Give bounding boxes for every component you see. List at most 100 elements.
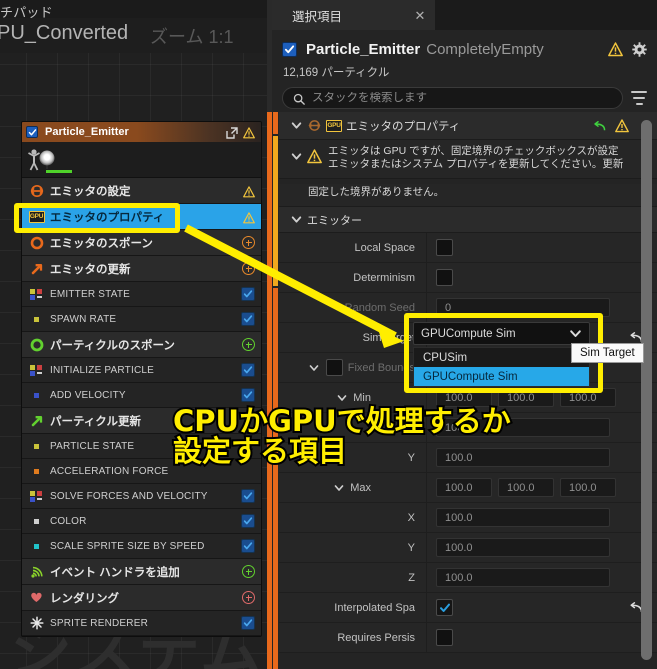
fixed-bounds-checkbox[interactable] xyxy=(325,359,343,377)
warning-block[interactable]: エミッタは GPU ですが、固定境界のチェックボックスが設定 エミッタまたはシス… xyxy=(279,140,657,180)
property-checkbox[interactable] xyxy=(436,599,453,617)
section-emitter-properties[interactable]: GPU エミッタのプロパティ xyxy=(279,112,657,140)
emitter-update-icon xyxy=(28,262,45,276)
warning-icon[interactable] xyxy=(243,211,255,223)
stack-row-12[interactable]: SOLVE FORCES AND VELOCITY xyxy=(22,484,261,509)
property-control xyxy=(427,233,657,263)
module-dot-icon xyxy=(28,518,45,524)
property-number-input[interactable]: 100.0 xyxy=(560,388,616,408)
property-number-input[interactable]: 100.0 xyxy=(436,568,610,588)
graph-title: PU_Converted xyxy=(0,22,129,44)
chevron-down-icon[interactable] xyxy=(569,327,582,340)
stack-row-6[interactable]: パーティクルのスポーン xyxy=(22,332,261,358)
emitter-node-titlebar[interactable]: Particle_Emitter xyxy=(22,122,261,142)
popout-icon[interactable] xyxy=(226,126,238,139)
stack-row-4[interactable]: EMITTER STATE xyxy=(22,282,261,307)
module-enabled-checkbox[interactable] xyxy=(241,514,255,528)
property-number-input[interactable]: 0 xyxy=(436,298,610,318)
module-enabled-checkbox[interactable] xyxy=(241,539,255,553)
sprite-renderer-icon xyxy=(28,616,45,630)
property-checkbox[interactable] xyxy=(436,629,453,647)
stack-row-7[interactable]: INITIALIZE PARTICLE xyxy=(22,358,261,383)
stack-row-17[interactable]: SPRITE RENDERER xyxy=(22,611,261,636)
property-number-input[interactable]: 100.0 xyxy=(560,478,616,498)
stack-row-5[interactable]: SPAWN RATE xyxy=(22,307,261,332)
gear-icon[interactable] xyxy=(632,41,647,57)
property-number-input[interactable]: 100.0 xyxy=(436,538,610,558)
add-button[interactable] xyxy=(242,262,255,275)
property-label: X xyxy=(279,502,427,533)
stack-row-label: パーティクルのスポーン xyxy=(50,339,175,352)
property-checkbox[interactable] xyxy=(436,239,453,257)
property-control: 100.0 100.0 100.0 xyxy=(427,473,657,503)
group-emitter[interactable]: エミッター xyxy=(279,207,657,234)
emitter-thumbnail-underline xyxy=(46,169,72,173)
emitter-thumbnail-row[interactable] xyxy=(22,142,261,178)
emitter-enabled-checkbox[interactable] xyxy=(26,126,38,138)
stack-row-1[interactable]: GPU エミッタのプロパティ xyxy=(22,204,261,230)
add-button[interactable] xyxy=(242,236,255,249)
warning-icon[interactable] xyxy=(608,41,623,57)
graph-tab-label[interactable]: チパッド xyxy=(0,2,53,21)
sim-target-option-gpucompute[interactable]: GPUCompute Sim xyxy=(414,367,589,386)
module-enabled-checkbox[interactable] xyxy=(241,287,255,301)
gpu-icon: GPU xyxy=(28,210,45,223)
module-dot-icon xyxy=(28,543,45,549)
chevron-down-icon[interactable] xyxy=(290,213,303,226)
warning-icon[interactable] xyxy=(243,185,255,197)
module-dots-icon xyxy=(28,490,45,502)
module-enabled-checkbox[interactable] xyxy=(241,388,255,402)
warning-icon xyxy=(307,149,322,164)
sim-target-dropdown-button[interactable]: GPUCompute Sim xyxy=(413,322,590,345)
search-stack-box[interactable] xyxy=(282,87,623,109)
warning-line-2: エミッタまたはシステム プロパティを更新してください。更新 xyxy=(328,158,624,171)
stack-row-0[interactable]: エミッタの設定 xyxy=(22,178,261,204)
details-scrollbar[interactable] xyxy=(641,120,652,660)
stack-row-3[interactable]: エミッタの更新 xyxy=(22,256,261,282)
property-number-input[interactable]: 100.0 xyxy=(436,478,492,498)
stack-row-13[interactable]: COLOR xyxy=(22,509,261,534)
module-enabled-checkbox[interactable] xyxy=(241,312,255,326)
close-icon[interactable]: ✕ xyxy=(413,9,427,22)
module-dot-icon xyxy=(28,443,45,449)
property-label: Random Seed xyxy=(279,292,427,323)
property-label: Interpolated Spa xyxy=(279,592,427,623)
chevron-down-icon[interactable] xyxy=(335,391,348,404)
chevron-down-icon[interactable] xyxy=(332,481,345,494)
property-number-input[interactable]: 100.0 xyxy=(436,508,610,528)
annotation-line-1: CPUかGPUで処理するか xyxy=(171,404,513,438)
warning-icon[interactable] xyxy=(615,118,629,133)
property-control xyxy=(427,263,657,293)
chevron-down-icon[interactable] xyxy=(290,119,303,132)
search-input[interactable] xyxy=(312,92,612,104)
filter-icon[interactable] xyxy=(631,91,647,105)
details-emitter-name: Particle_Emitter xyxy=(306,40,421,58)
stack-row-15[interactable]: イベント ハンドラを追加 xyxy=(22,559,261,585)
stack-row-16[interactable]: レンダリング xyxy=(22,585,261,611)
chevron-down-icon[interactable] xyxy=(290,150,303,163)
sim-target-dropdown[interactable]: GPUCompute Sim CPUSim GPUCompute Sim xyxy=(413,322,590,387)
sim-target-option-list[interactable]: CPUSim GPUCompute Sim xyxy=(413,347,590,387)
stack-row-label: ACCELERATION FORCE xyxy=(50,465,169,477)
module-enabled-checkbox[interactable] xyxy=(241,616,255,630)
add-button[interactable] xyxy=(242,565,255,578)
emitter-thumbnail[interactable] xyxy=(46,149,48,169)
add-button[interactable] xyxy=(242,591,255,604)
property-checkbox[interactable] xyxy=(436,269,453,287)
tab-selection[interactable]: 選択項目 ✕ xyxy=(272,0,435,30)
chevron-down-icon[interactable] xyxy=(308,361,321,374)
emitter-enabled-checkbox-details[interactable] xyxy=(282,41,297,57)
property-label-text: Max xyxy=(350,481,371,494)
stack-row-14[interactable]: SCALE SPRITE SIZE BY SPEED xyxy=(22,534,261,559)
revert-icon[interactable] xyxy=(593,120,606,132)
emitter-node[interactable]: Particle_Emitter エミッタの設定 GPU エミッタのプロパティ … xyxy=(21,121,262,637)
module-dots-icon xyxy=(28,364,45,376)
stack-row-2[interactable]: エミッタのスポーン xyxy=(22,230,261,256)
add-button[interactable] xyxy=(242,338,255,351)
details-scrollbar-thumb[interactable] xyxy=(641,120,652,660)
module-enabled-checkbox[interactable] xyxy=(241,489,255,503)
property-number-input[interactable]: 100.0 xyxy=(498,478,554,498)
module-enabled-checkbox[interactable] xyxy=(241,363,255,377)
emitter-spawn-icon xyxy=(28,236,45,250)
sim-target-option-cpusim[interactable]: CPUSim xyxy=(414,348,589,367)
